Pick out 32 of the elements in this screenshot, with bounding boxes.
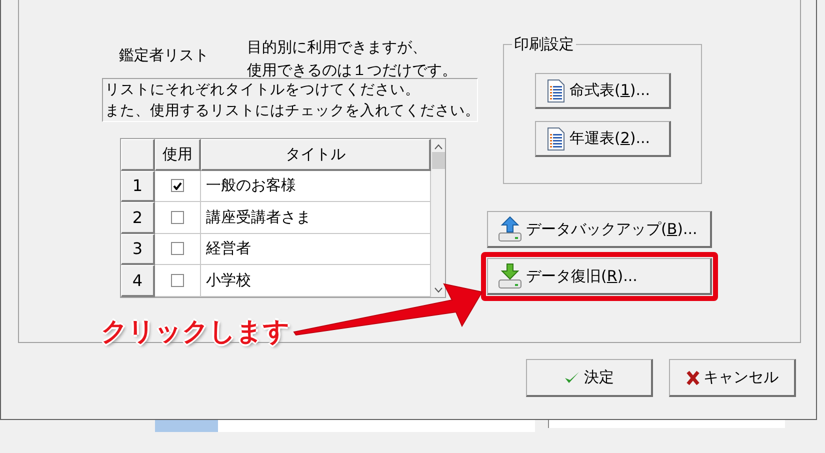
scroll-down-icon[interactable] (434, 287, 442, 293)
upload-icon (498, 216, 522, 242)
column-header: タイトル (201, 139, 431, 170)
list-title: 鑑定者リスト (119, 46, 210, 65)
print-button[interactable]: 命式表(1)... (534, 73, 670, 109)
callout-text: クリックします (101, 316, 290, 349)
cancel-button[interactable]: キャンセル (669, 359, 796, 397)
note-text: 目的別に利用できますが、 (247, 37, 428, 58)
row-header: 2 (121, 202, 155, 234)
ok-button[interactable]: 決定 (526, 359, 653, 397)
close-icon (686, 370, 700, 386)
restore-button[interactable]: データ復旧(R)... (487, 258, 712, 295)
download-icon (498, 263, 522, 289)
checkbox[interactable] (171, 179, 184, 192)
scroll-thumb[interactable] (432, 152, 444, 169)
document-icon (546, 78, 566, 102)
backup-button[interactable]: データバックアップ(B)... (487, 211, 712, 248)
instructions-box: リストにそれぞれタイトルをつけてください。 また、使用するリストにはチェックを入れてください。 (102, 78, 478, 122)
checkbox[interactable] (171, 210, 184, 224)
row-header: 4 (121, 265, 155, 296)
row-header: 1 (121, 170, 155, 202)
group-title: 印刷設定 (512, 35, 576, 54)
column-header: 使用 (155, 139, 201, 170)
checkbox[interactable] (171, 242, 184, 256)
scrollbar[interactable] (431, 139, 445, 297)
checkbox[interactable] (171, 274, 184, 287)
note-text: 使用できるのは１つだけです。 (247, 60, 457, 81)
scroll-up-icon[interactable] (434, 144, 442, 150)
print-button[interactable]: 年運表(2)... (534, 121, 670, 157)
row-header: 3 (121, 234, 155, 265)
check-icon (564, 370, 580, 386)
document-icon (546, 126, 566, 150)
